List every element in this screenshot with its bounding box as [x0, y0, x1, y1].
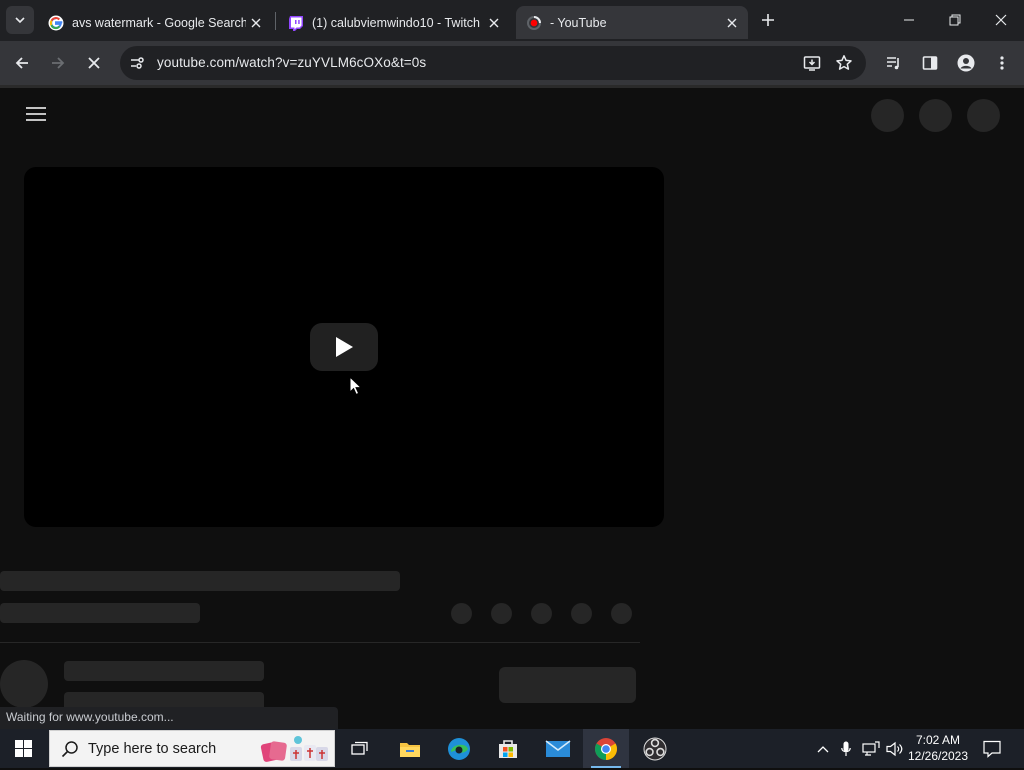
arrow-right-icon	[52, 57, 65, 69]
action-skeleton-circle	[531, 603, 552, 624]
action-skeleton-circle	[491, 603, 512, 624]
header-skeleton-circle	[967, 99, 1000, 132]
status-bubble: Waiting for www.youtube.com...	[0, 707, 338, 729]
close-tab-icon[interactable]	[484, 13, 504, 33]
close-window-button[interactable]	[978, 0, 1024, 40]
address-bar[interactable]: youtube.com/watch?v=zuYVLM6cOXo&t=0s	[120, 46, 866, 80]
close-tab-icon[interactable]	[722, 13, 742, 33]
tab-title: avs watermark - Google Search	[72, 15, 246, 30]
mouse-cursor	[349, 375, 363, 396]
obs-icon	[643, 737, 667, 760]
windows-taskbar: Type here to search 7:02 AM 12/26/2023	[0, 729, 1024, 768]
mail-button[interactable]	[535, 729, 581, 768]
tab-separator	[275, 12, 276, 30]
taskbar-clock[interactable]: 7:02 AM 12/26/2023	[906, 732, 970, 764]
network-icon	[862, 740, 880, 756]
channel-name-skeleton	[64, 661, 264, 681]
chrome-icon	[595, 737, 617, 760]
mail-icon	[545, 739, 571, 757]
back-button[interactable]	[6, 47, 38, 79]
bookmark-star-icon[interactable]	[832, 51, 856, 75]
more-vert-icon	[1000, 56, 1004, 70]
header-skeleton-circle	[919, 99, 952, 132]
youtube-page	[0, 88, 1024, 729]
channel-avatar-skeleton	[0, 660, 48, 708]
chevron-down-icon	[15, 17, 25, 24]
tab-twitch[interactable]: (1) calubviemwindo10 - Twitch	[278, 6, 510, 39]
microphone-tray-button[interactable]	[836, 729, 856, 768]
close-icon	[995, 14, 1007, 26]
tab-youtube[interactable]: - YouTube	[516, 6, 748, 39]
section-divider	[0, 642, 640, 643]
media-queue-icon	[887, 57, 899, 70]
new-tab-button[interactable]	[756, 8, 780, 32]
edge-button[interactable]	[436, 729, 482, 768]
task-view-icon	[351, 741, 368, 755]
store-icon	[499, 739, 517, 758]
chrome-menu-button[interactable]	[986, 47, 1018, 79]
stop-loading-button[interactable]	[78, 47, 110, 79]
media-control-button[interactable]	[878, 47, 910, 79]
minimize-button[interactable]	[886, 0, 932, 40]
microphone-icon	[841, 741, 851, 756]
file-explorer-button[interactable]	[387, 729, 433, 768]
search-icon	[61, 740, 79, 763]
task-view-button[interactable]	[337, 729, 383, 768]
chevron-up-icon	[817, 745, 829, 752]
forward-button[interactable]	[42, 47, 74, 79]
play-button[interactable]	[310, 323, 378, 371]
notification-icon	[983, 740, 1001, 758]
browser-toolbar: youtube.com/watch?v=zuYVLM6cOXo&t=0s	[0, 41, 1024, 85]
google-icon	[48, 15, 64, 31]
clock-time: 7:02 AM	[915, 733, 961, 747]
folder-icon	[400, 742, 420, 757]
twitch-icon	[288, 15, 304, 31]
search-placeholder: Type here to search	[88, 741, 217, 757]
start-button[interactable]	[0, 729, 46, 768]
notification-center-button[interactable]	[978, 729, 1006, 768]
tab-title: - YouTube	[550, 15, 607, 30]
subtitle-skeleton	[0, 603, 200, 623]
profile-avatar-icon	[957, 54, 975, 72]
site-info-icon[interactable]	[125, 51, 149, 75]
speaker-icon	[886, 741, 903, 756]
tab-title: (1) calubviemwindo10 - Twitch	[312, 15, 480, 30]
restore-button[interactable]	[932, 0, 978, 40]
restore-icon	[949, 14, 961, 26]
obs-studio-button[interactable]	[632, 729, 678, 768]
taskbar-search-box[interactable]: Type here to search	[49, 730, 335, 767]
side-panel-button[interactable]	[914, 47, 946, 79]
title-skeleton	[0, 571, 400, 591]
action-skeleton-circle	[611, 603, 632, 624]
header-skeleton-circle	[871, 99, 904, 132]
volume-tray-button[interactable]	[884, 729, 906, 768]
search-highlights-icon[interactable]	[258, 733, 334, 765]
tab-search-button[interactable]	[6, 6, 34, 34]
clock-date: 12/26/2023	[907, 749, 969, 763]
chrome-taskbar-button[interactable]	[583, 729, 629, 768]
youtube-loading-icon	[526, 15, 542, 31]
install-app-icon[interactable]	[800, 51, 824, 75]
edge-icon	[448, 737, 470, 760]
action-skeleton-circle	[571, 603, 592, 624]
tab-google-search[interactable]: avs watermark - Google Search	[38, 6, 272, 39]
hamburger-menu-icon[interactable]	[26, 106, 46, 122]
tab-strip: avs watermark - Google Search (1) calubv…	[0, 0, 1024, 41]
url-text: youtube.com/watch?v=zuYVLM6cOXo&t=0s	[157, 55, 427, 70]
play-icon	[336, 337, 353, 357]
windows-logo-icon	[14, 740, 32, 757]
show-hidden-icons-button[interactable]	[812, 729, 834, 768]
side-panel-icon	[922, 56, 938, 70]
profile-button[interactable]	[950, 47, 982, 79]
action-skeleton-circle	[451, 603, 472, 624]
plus-icon	[762, 14, 774, 26]
subscribe-skeleton	[499, 667, 636, 703]
network-tray-button[interactable]	[860, 729, 882, 768]
arrow-left-icon	[15, 57, 28, 69]
close-tab-icon[interactable]	[246, 13, 266, 33]
minimize-icon	[904, 19, 914, 21]
close-icon	[88, 57, 100, 69]
microsoft-store-button[interactable]	[485, 729, 531, 768]
video-player[interactable]	[24, 167, 664, 527]
